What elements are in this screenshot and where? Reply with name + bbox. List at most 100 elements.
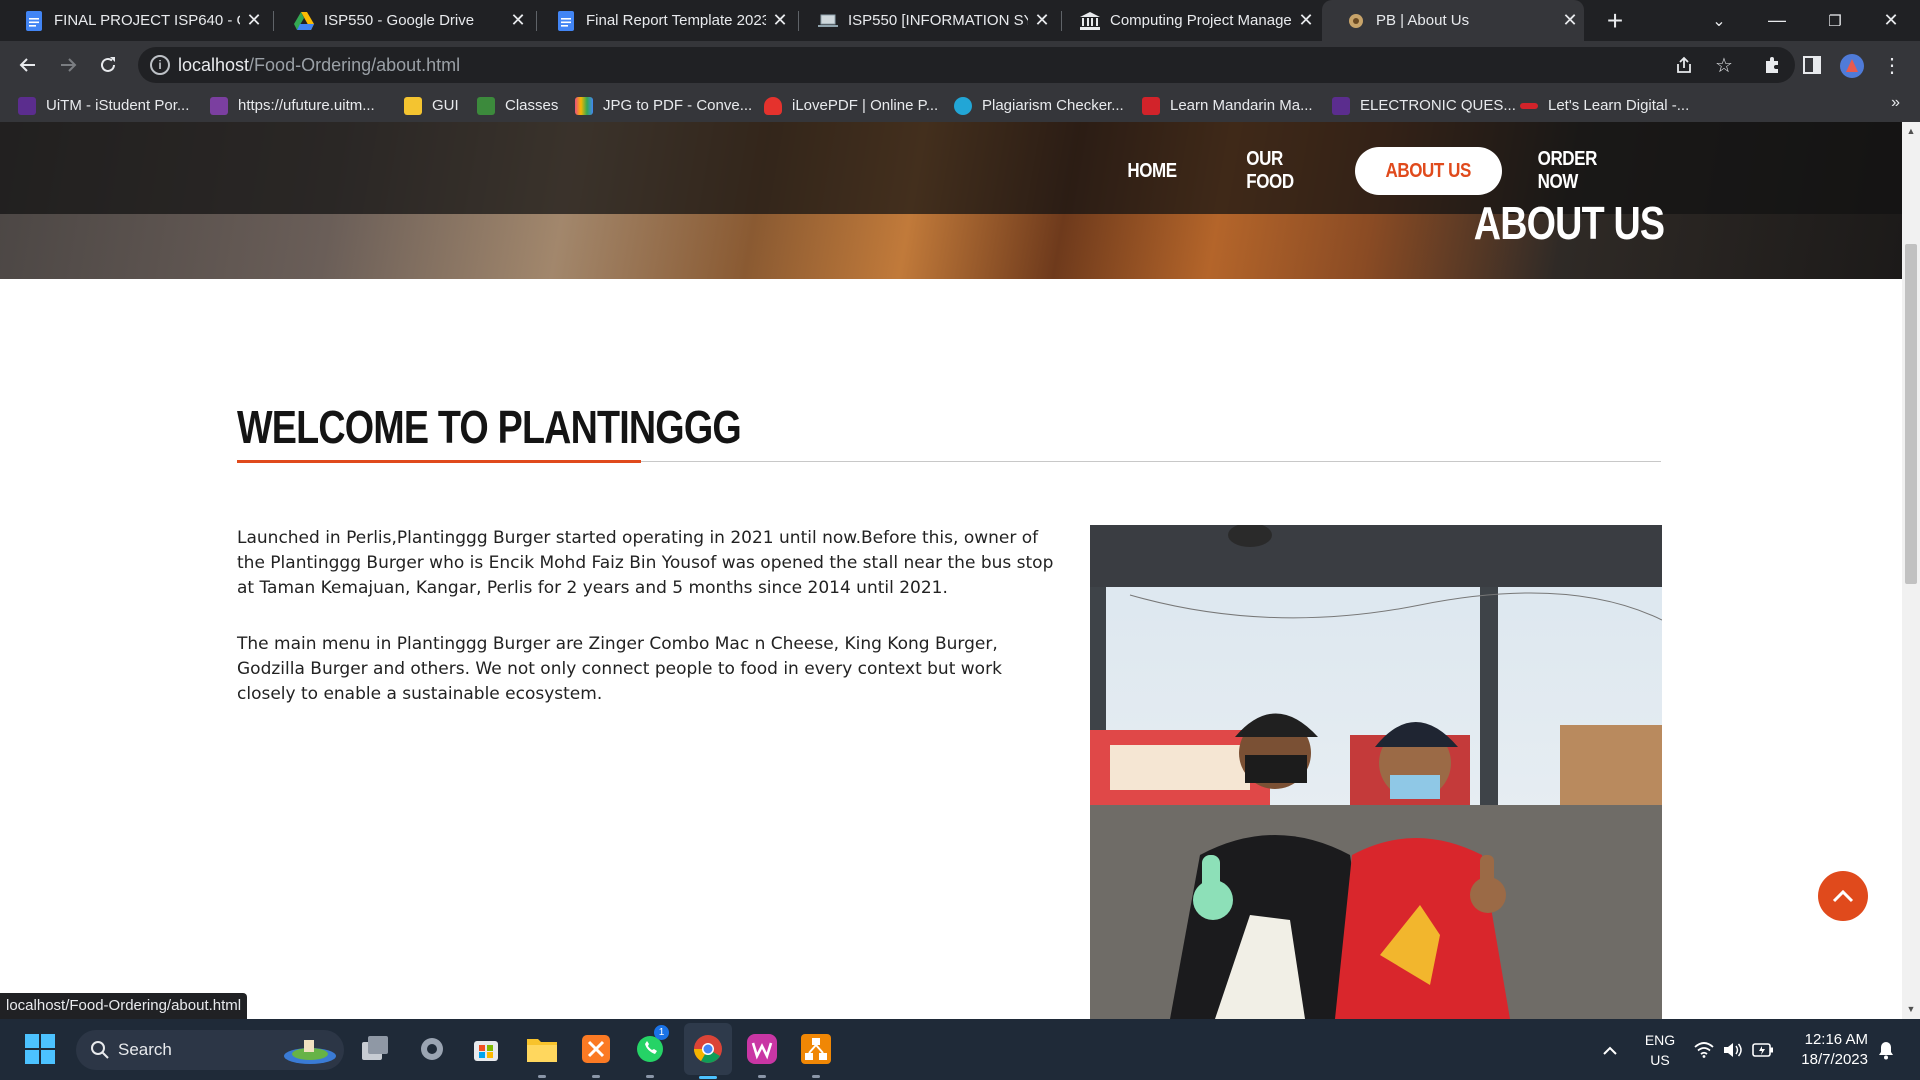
browser-tab-1[interactable]: FINAL PROJECT ISP640 - Go ✕ bbox=[0, 0, 268, 41]
chrome-icon[interactable] bbox=[690, 1031, 726, 1067]
bookmark-item[interactable]: ELECTRONIC QUES... bbox=[1332, 89, 1516, 122]
search-icon bbox=[91, 1041, 109, 1059]
browser-tab-2[interactable]: ISP550 - Google Drive ✕ bbox=[270, 0, 532, 41]
scroll-to-top-button[interactable] bbox=[1818, 871, 1868, 921]
bookmark-label: Plagiarism Checker... bbox=[982, 97, 1124, 114]
tab-title: ISP550 - Google Drive bbox=[324, 12, 475, 29]
browser-tab-active[interactable]: PB | About Us ✕ bbox=[1322, 0, 1584, 41]
bookmark-item[interactable]: UiTM - iStudent Por... bbox=[18, 89, 189, 122]
bookmark-label: https://ufuture.uitm... bbox=[238, 97, 375, 114]
tab-search-icon[interactable]: ⌄ bbox=[1690, 0, 1748, 41]
bookmark-item[interactable]: Classes bbox=[477, 89, 558, 122]
show-hidden-icons-button[interactable] bbox=[1602, 1019, 1618, 1080]
language-region: US bbox=[1650, 1052, 1670, 1068]
more-bookmarks-button[interactable]: » bbox=[1891, 94, 1900, 112]
site-favicon bbox=[1346, 11, 1366, 31]
reload-button[interactable] bbox=[92, 49, 124, 81]
page-scrollbar[interactable]: ▲ ▼ bbox=[1902, 122, 1920, 1019]
bookmark-favicon-icon bbox=[575, 96, 593, 115]
address-host: localhost bbox=[178, 55, 250, 75]
address-path: /Food-Ordering/about.html bbox=[249, 55, 461, 75]
new-tab-button[interactable]: + bbox=[1598, 4, 1632, 38]
share-icon[interactable] bbox=[1668, 49, 1700, 81]
heart-icon bbox=[764, 96, 782, 115]
nav-about-us-link[interactable]: ABOUT US bbox=[1355, 147, 1502, 195]
app-running-indicator bbox=[758, 1075, 766, 1078]
extensions-icon[interactable] bbox=[1756, 49, 1788, 81]
whatsapp-icon[interactable]: 1 bbox=[632, 1025, 669, 1067]
browser-tab-4[interactable]: ISP550 [INFORMATION SYS ✕ bbox=[794, 0, 1056, 41]
bookmark-item[interactable]: iLovePDF | Online P... bbox=[764, 89, 938, 122]
close-tab-icon[interactable]: ✕ bbox=[766, 10, 794, 31]
wifi-icon[interactable] bbox=[1694, 1019, 1714, 1080]
back-button[interactable] bbox=[12, 49, 44, 81]
address-bar[interactable]: i localhost/Food-Ordering/about.html ☆ bbox=[138, 47, 1795, 83]
close-tab-icon[interactable]: ✕ bbox=[1292, 10, 1320, 31]
microsoft-store-icon[interactable] bbox=[468, 1031, 504, 1067]
battery-icon[interactable] bbox=[1752, 1019, 1774, 1080]
scroll-up-arrow-icon[interactable]: ▲ bbox=[1906, 126, 1916, 136]
side-panel-icon[interactable] bbox=[1796, 49, 1828, 81]
bookmark-star-icon[interactable]: ☆ bbox=[1708, 49, 1740, 81]
system-clock[interactable]: 12:16 AM 18/7/2023 bbox=[1792, 1030, 1868, 1070]
chevron-up-icon bbox=[1832, 889, 1854, 903]
taskbar-search-label: Search bbox=[118, 1040, 172, 1059]
nav-home-link[interactable]: HOME bbox=[1121, 147, 1182, 195]
nav-order-now-link[interactable]: ORDER NOW bbox=[1538, 147, 1625, 195]
clock-date: 18/7/2023 bbox=[1801, 1051, 1868, 1068]
bookmark-label: Learn Mandarin Ma... bbox=[1170, 97, 1313, 114]
welcome-heading: WELCOME TO PLANTINGGG bbox=[237, 401, 742, 453]
notification-bell-icon[interactable] bbox=[1876, 1019, 1896, 1080]
bookmark-item[interactable]: Plagiarism Checker... bbox=[954, 89, 1124, 122]
bookmark-item[interactable]: JPG to PDF - Conve... bbox=[575, 89, 752, 122]
forward-button[interactable] bbox=[52, 49, 84, 81]
bookmark-favicon-icon bbox=[1142, 96, 1160, 115]
bookmark-label: ELECTRONIC QUES... bbox=[1360, 97, 1516, 114]
bookmark-item[interactable]: https://ufuture.uitm... bbox=[210, 89, 375, 122]
tab-title: PB | About Us bbox=[1376, 12, 1470, 29]
profile-avatar[interactable] bbox=[1840, 54, 1864, 78]
settings-gear-icon[interactable] bbox=[414, 1031, 450, 1067]
nav-our-food-link[interactable]: OUR FOOD bbox=[1246, 147, 1317, 195]
site-navigation: HOME OUR FOOD ABOUT US ORDER NOW bbox=[0, 122, 1902, 214]
volume-icon[interactable] bbox=[1722, 1019, 1742, 1080]
institution-icon bbox=[1080, 11, 1100, 31]
taskbar-search-box[interactable]: Search bbox=[76, 1030, 344, 1070]
browser-tab-3[interactable]: Final Report Template 2023 ✕ bbox=[532, 0, 794, 41]
close-window-button[interactable]: ✕ bbox=[1862, 0, 1920, 41]
nav-about-us-label: ABOUT US bbox=[1385, 159, 1472, 182]
tab-title: Final Report Template 2023 bbox=[586, 12, 766, 29]
laptop-icon bbox=[818, 11, 838, 31]
close-tab-icon[interactable]: ✕ bbox=[1028, 10, 1056, 31]
close-tab-icon[interactable]: ✕ bbox=[240, 10, 268, 31]
page-viewport: ABOUT US HOME OUR FOOD ABOUT US ORDER NO… bbox=[0, 122, 1902, 1019]
site-info-icon[interactable]: i bbox=[150, 55, 170, 75]
scroll-down-arrow-icon[interactable]: ▼ bbox=[1906, 1004, 1916, 1014]
bookmark-item[interactable]: Let's Learn Digital -... bbox=[1520, 89, 1689, 122]
folder-icon bbox=[404, 96, 422, 115]
task-view-icon[interactable] bbox=[358, 1031, 394, 1067]
scrollbar-thumb[interactable] bbox=[1905, 244, 1917, 584]
restore-button[interactable]: ❐ bbox=[1806, 0, 1864, 41]
windows-start-icon[interactable] bbox=[22, 1031, 58, 1067]
bookmark-favicon-icon bbox=[1332, 96, 1350, 115]
bookmark-item[interactable]: Learn Mandarin Ma... bbox=[1142, 89, 1313, 122]
input-language-indicator[interactable]: ENG US bbox=[1642, 1030, 1678, 1070]
file-explorer-icon[interactable] bbox=[524, 1031, 560, 1067]
close-tab-icon[interactable]: ✕ bbox=[1556, 10, 1584, 31]
address-text[interactable]: localhost/Food-Ordering/about.html bbox=[178, 55, 460, 76]
bookmark-favicon-icon bbox=[18, 96, 36, 115]
close-tab-icon[interactable]: ✕ bbox=[504, 10, 532, 31]
bookmark-label: iLovePDF | Online P... bbox=[792, 97, 939, 114]
draw-tool-icon[interactable] bbox=[798, 1031, 834, 1067]
bookmark-item[interactable]: GUI bbox=[404, 89, 459, 122]
xampp-icon[interactable] bbox=[578, 1031, 614, 1067]
bookmark-label: Let's Learn Digital -... bbox=[1548, 97, 1690, 114]
google-classroom-icon bbox=[477, 96, 495, 115]
bookmark-label: JPG to PDF - Conve... bbox=[603, 97, 753, 114]
browser-tab-5[interactable]: Computing Project Manage ✕ bbox=[1056, 0, 1320, 41]
about-paragraph-2: The main menu in Plantinggg Burger are Z… bbox=[237, 634, 1002, 704]
minimize-button[interactable]: — bbox=[1748, 0, 1806, 41]
wps-office-icon[interactable] bbox=[744, 1031, 780, 1067]
menu-kebab-icon[interactable]: ⋮ bbox=[1876, 49, 1908, 81]
